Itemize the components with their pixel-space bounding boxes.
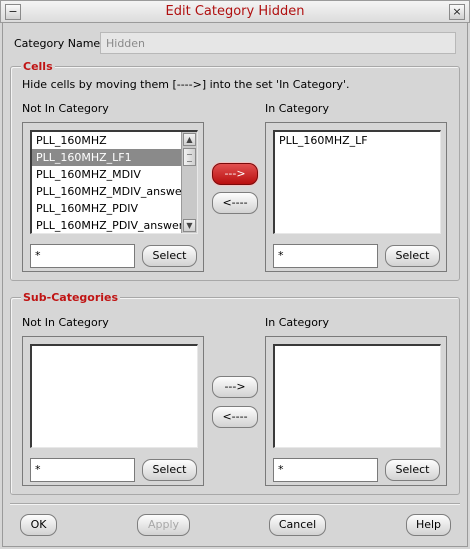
sub-left-select-button[interactable]: Select	[142, 459, 197, 481]
sub-right-filter-input[interactable]: *	[273, 458, 378, 482]
cells-not-in-frame: PLL_160MHZ PLL_160MHZ_LF1 PLL_160MHZ_MDIV P…	[22, 122, 204, 272]
cells-move-right-button[interactable]: --->	[212, 163, 258, 185]
cells-left-filter-input[interactable]: *	[30, 244, 135, 268]
sub-not-in-list[interactable]	[30, 344, 198, 448]
scroll-thumb[interactable]	[183, 148, 196, 166]
sub-in-label: In Category	[265, 316, 329, 329]
cells-in-label: In Category	[265, 102, 329, 115]
subcategories-group-title: Sub-Categories	[21, 291, 121, 304]
scroll-up-icon[interactable]: ▲	[183, 133, 196, 146]
scroll-down-icon[interactable]: ▼	[183, 219, 196, 232]
close-icon[interactable]: ×	[449, 4, 465, 20]
sub-in-list[interactable]	[273, 344, 441, 448]
category-name-label: Category Name	[14, 37, 101, 50]
list-item[interactable]: PLL_160MHZ	[32, 132, 197, 149]
cells-right-filter-input[interactable]: *	[273, 244, 378, 268]
sub-not-in-frame: * Select	[22, 336, 204, 486]
sub-right-select-button[interactable]: Select	[385, 459, 440, 481]
cells-left-select-button[interactable]: Select	[142, 245, 197, 267]
cells-group-title: Cells	[21, 60, 55, 73]
list-item[interactable]: PLL_160MHZ_PDIV	[32, 200, 197, 217]
category-name-field[interactable]: Hidden	[100, 32, 456, 54]
sub-in-frame: * Select	[265, 336, 447, 486]
title-bar: − Edit Category Hidden ×	[0, 0, 470, 23]
cells-not-in-label: Not In Category	[22, 102, 109, 115]
cells-move-left-button[interactable]: <----	[212, 192, 258, 214]
help-button[interactable]: Help	[406, 514, 451, 536]
apply-button[interactable]: Apply	[137, 514, 190, 536]
list-item[interactable]: PLL_160MHZ_LF	[275, 132, 440, 149]
cells-hint: Hide cells by moving them [---->] into t…	[22, 78, 350, 91]
list-item[interactable]: PLL_160MHZ_MDIV_answer	[32, 183, 197, 200]
sub-not-in-label: Not In Category	[22, 316, 109, 329]
cells-right-select-button[interactable]: Select	[385, 245, 440, 267]
sub-left-filter-input[interactable]: *	[30, 458, 135, 482]
cells-scrollbar[interactable]: ▲ ▼	[181, 132, 197, 233]
sub-move-left-button[interactable]: <----	[212, 406, 258, 428]
ok-button[interactable]: OK	[20, 514, 57, 536]
sub-move-right-button[interactable]: --->	[212, 376, 258, 398]
footer-separator	[10, 503, 460, 505]
list-item[interactable]: PLL_160MHZ_PDIV_answer	[32, 217, 197, 233]
list-item[interactable]: PLL_160MHZ_LF1	[32, 149, 197, 166]
cells-not-in-list[interactable]: PLL_160MHZ PLL_160MHZ_LF1 PLL_160MHZ_MDIV P…	[30, 130, 198, 234]
window-title: Edit Category Hidden	[165, 4, 305, 19]
cells-in-frame: PLL_160MHZ_LF * Select	[265, 122, 447, 272]
cancel-button[interactable]: Cancel	[269, 514, 326, 536]
cells-in-list[interactable]: PLL_160MHZ_LF	[273, 130, 441, 234]
list-item[interactable]: PLL_160MHZ_MDIV	[32, 166, 197, 183]
